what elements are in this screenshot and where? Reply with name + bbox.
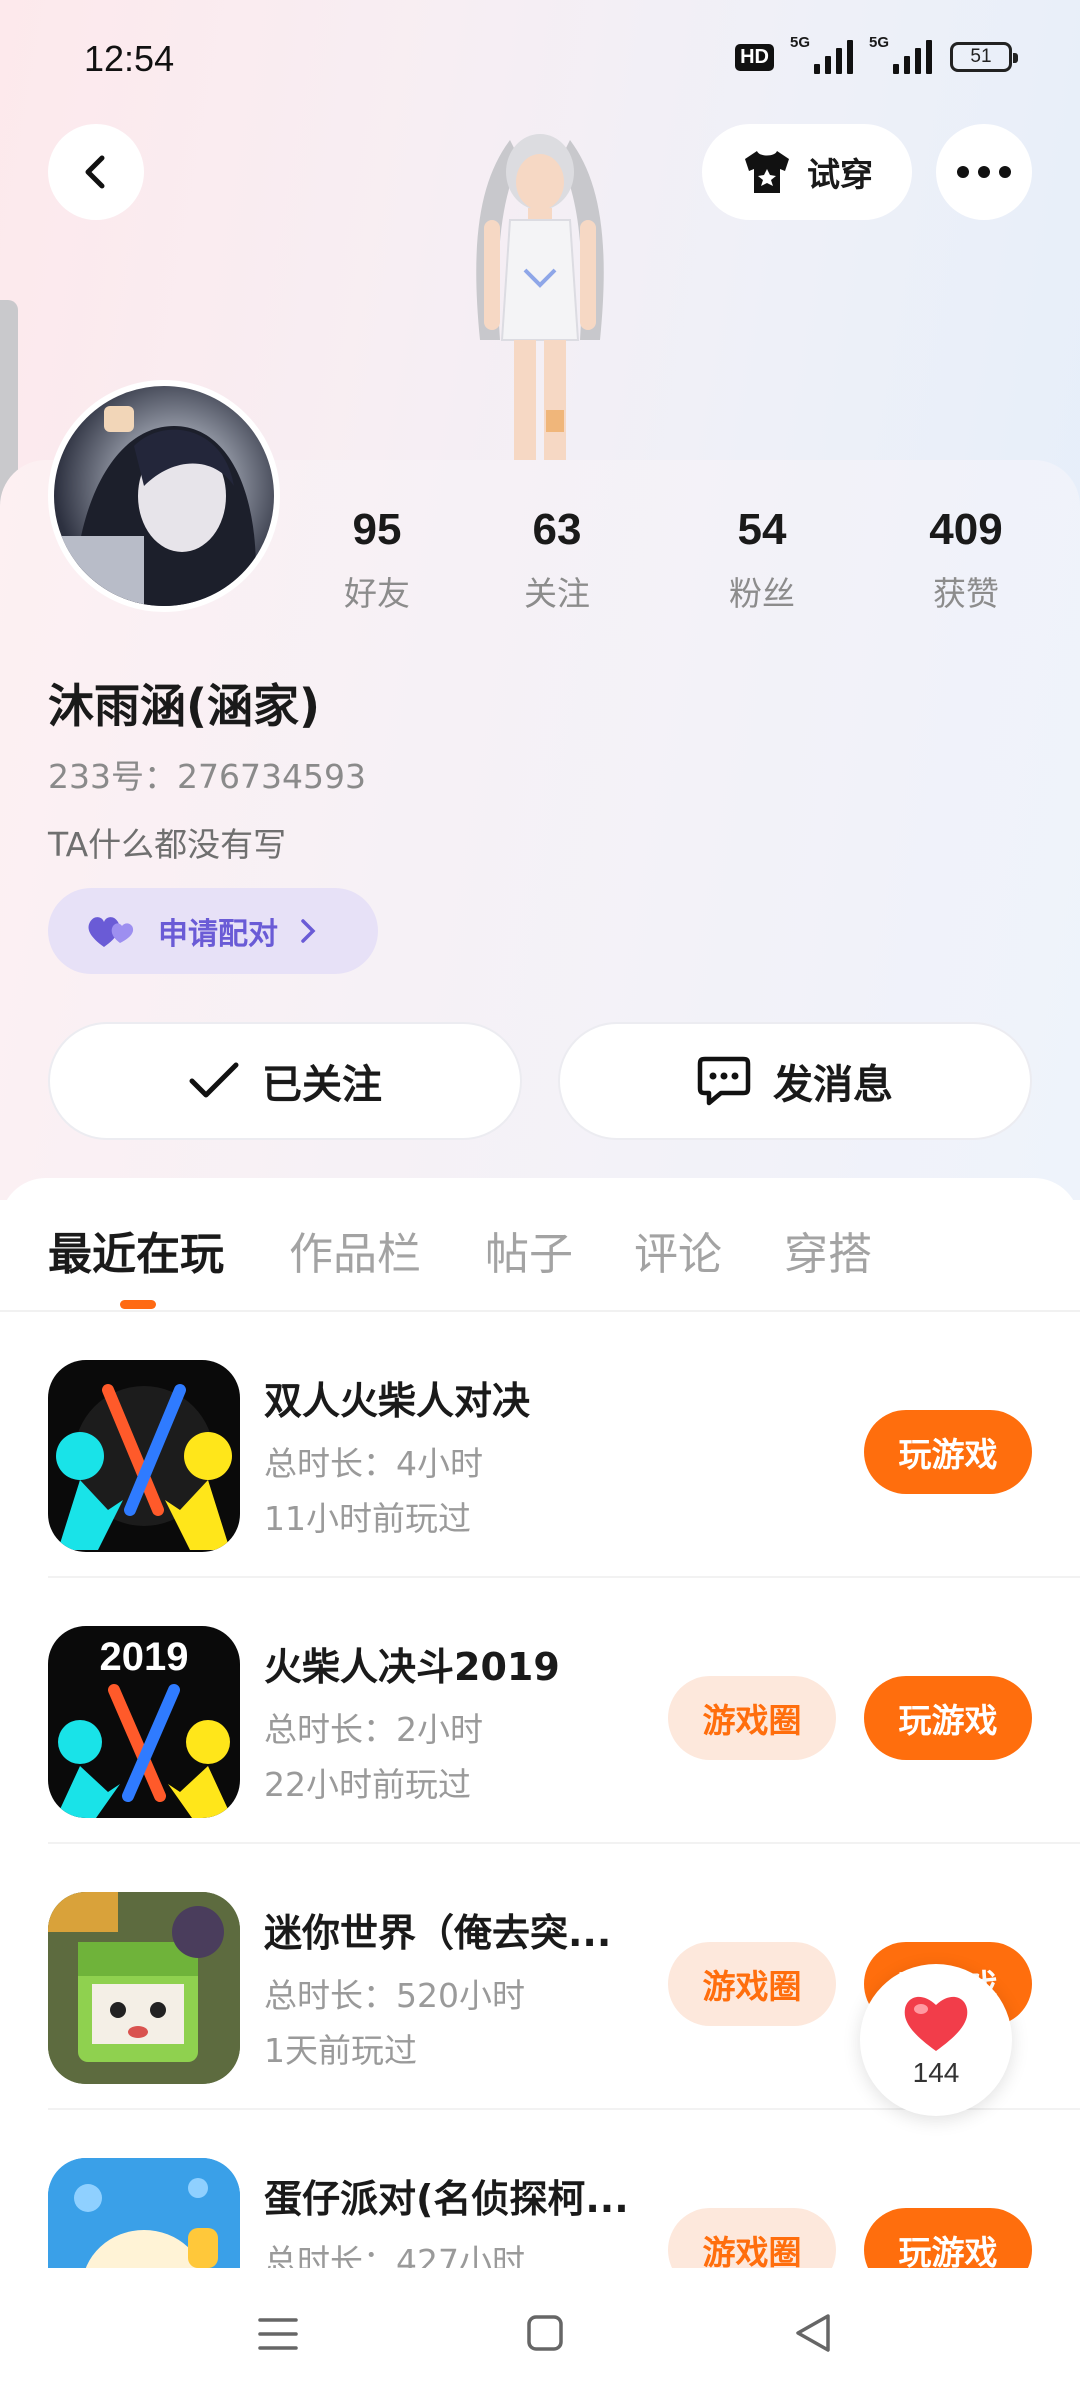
status-time: 12:54 xyxy=(84,38,175,79)
battery-icon: 51 xyxy=(950,42,1018,72)
game-icon-stick-duel xyxy=(48,1360,240,1552)
more-button[interactable] xyxy=(936,124,1032,220)
stat-fans[interactable]: 54 粉丝 xyxy=(672,505,852,615)
stat-label: 获赞 xyxy=(933,574,999,613)
back-button[interactable] xyxy=(48,124,144,220)
user-name: 沐雨涵(涵家) xyxy=(48,679,321,733)
game-total-time: 总时长：2小时 xyxy=(264,1710,483,1749)
hd-icon: HD xyxy=(735,43,774,71)
game-title: 火柴人决斗2019 xyxy=(264,1645,560,1689)
stat-value: 95 xyxy=(352,505,402,554)
avatar-photo xyxy=(54,406,256,606)
stat-likes[interactable]: 409 获赞 xyxy=(876,505,1056,615)
home-icon[interactable] xyxy=(526,2314,564,2352)
tab-recent[interactable]: 最近在玩 xyxy=(48,1218,224,1282)
pair-request-label: 申请配对 xyxy=(158,917,278,952)
user-id: 233号：276734593 xyxy=(48,757,366,796)
avatar[interactable] xyxy=(48,380,280,612)
tab-comments[interactable]: 评论 xyxy=(634,1218,722,1282)
play-game-button[interactable]: 玩游戏 xyxy=(864,1410,1032,1494)
list-item[interactable]: 双人火柴人对决 总时长：4小时 11小时前玩过 玩游戏 xyxy=(0,1312,1080,1578)
system-navigation-bar xyxy=(0,2268,1080,2400)
game-circle-button[interactable]: 游戏圈 xyxy=(668,1676,836,1760)
game-last-played: 1天前玩过 xyxy=(264,2031,417,2070)
signal-icon-1: 5G xyxy=(790,34,853,74)
tab-posts[interactable]: 帖子 xyxy=(485,1218,573,1282)
tab-works[interactable]: 作品栏 xyxy=(289,1218,421,1282)
list-item[interactable]: 2019 火柴人决斗2019 总时长：2小时 22小时前玩过 游戏圈 玩游戏 xyxy=(0,1578,1080,1844)
tab-outfits[interactable]: 穿搭 xyxy=(784,1218,872,1282)
stat-following[interactable]: 63 关注 xyxy=(467,505,647,615)
like-count: 144 xyxy=(912,2057,960,2088)
game-icon-mini-world xyxy=(48,1892,240,2084)
stat-value: 409 xyxy=(929,505,1003,554)
pair-request-button[interactable]: 申请配对 xyxy=(48,888,378,974)
back-nav-icon[interactable] xyxy=(792,2312,832,2354)
stat-label: 好友 xyxy=(344,574,410,613)
game-last-played: 11小时前玩过 xyxy=(264,1499,471,1538)
stat-value: 54 xyxy=(737,505,787,554)
follow-label: 已关注 xyxy=(262,1062,382,1108)
chevron-left-icon xyxy=(85,155,105,189)
game-title: 双人火柴人对决 xyxy=(264,1379,531,1423)
game-title: 迷你世界（俺去突... xyxy=(264,1911,612,1955)
chat-bubble-icon xyxy=(697,1056,751,1106)
tab-indicator xyxy=(120,1300,156,1309)
heart-icon xyxy=(904,1996,968,2051)
user-bio: TA什么都没有写 xyxy=(48,825,287,864)
check-icon xyxy=(189,1062,239,1098)
signal-icon-2: 5G xyxy=(869,34,932,74)
game-last-played: 22小时前玩过 xyxy=(264,1765,471,1804)
more-dots-icon xyxy=(957,166,1011,178)
game-title: 蛋仔派对(名侦探柯... xyxy=(264,2177,629,2221)
like-float-button[interactable]: 144 xyxy=(860,1964,1012,2116)
chevron-right-icon xyxy=(301,919,316,943)
game-circle-button[interactable]: 游戏圈 xyxy=(668,1942,836,2026)
follow-button[interactable]: 已关注 xyxy=(48,1022,522,1140)
signal-1-label: 5G xyxy=(790,34,811,51)
try-on-button[interactable]: 试穿 xyxy=(702,124,912,220)
hearts-icon xyxy=(88,917,134,947)
message-label: 发消息 xyxy=(773,1062,893,1108)
tshirt-icon xyxy=(745,151,789,193)
avatar-character[interactable] xyxy=(440,120,640,460)
stat-value: 63 xyxy=(532,505,582,554)
menu-icon[interactable] xyxy=(258,2316,298,2352)
stat-friends[interactable]: 95 好友 xyxy=(287,505,467,615)
status-icons: HD 5G 5G 51 xyxy=(735,34,1018,74)
message-button[interactable]: 发消息 xyxy=(558,1022,1032,1140)
game-total-time: 总时长：4小时 xyxy=(264,1444,483,1483)
game-total-time: 总时长：520小时 xyxy=(264,1976,525,2015)
play-game-button[interactable]: 玩游戏 xyxy=(864,1676,1032,1760)
game-icon-label: 2019 xyxy=(100,1635,189,1679)
stat-label: 关注 xyxy=(524,574,590,613)
stat-label: 粉丝 xyxy=(729,574,795,613)
signal-2-label: 5G xyxy=(869,34,890,51)
game-icon-stick-fight-2019: 2019 xyxy=(48,1626,240,1818)
try-on-label: 试穿 xyxy=(807,155,873,194)
